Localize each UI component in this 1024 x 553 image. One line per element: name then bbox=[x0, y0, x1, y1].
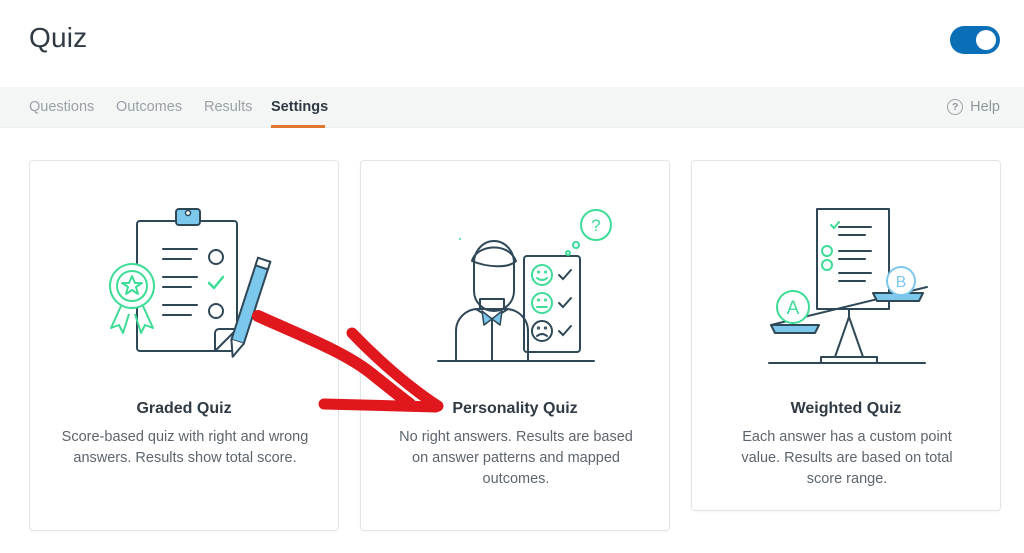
page-title: Quiz bbox=[29, 22, 88, 53]
toggle-knob bbox=[976, 30, 996, 50]
personality-quiz-card[interactable]: ? Personality Quiz No right answers. Res… bbox=[360, 160, 670, 531]
graded-quiz-card[interactable]: Graded Quiz Score-based quiz with right … bbox=[29, 160, 339, 531]
tab-questions[interactable]: Questions bbox=[29, 99, 94, 115]
weighted-quiz-description: Each answer has a custom point value. Re… bbox=[741, 429, 953, 487]
tab-outcomes[interactable]: Outcomes bbox=[116, 99, 182, 115]
help-circle-icon: ? bbox=[947, 99, 964, 115]
help-label: Help bbox=[970, 99, 1000, 115]
scale-right-letter: B bbox=[896, 274, 907, 291]
graded-quiz-title: Graded Quiz bbox=[136, 400, 232, 417]
question-mark-glyph: ? bbox=[591, 216, 600, 235]
active-tab-indicator bbox=[271, 125, 325, 128]
personality-quiz-title: Personality Quiz bbox=[452, 400, 578, 417]
help-link[interactable]: ? Help bbox=[947, 99, 1000, 115]
clipboard-checklist-icon bbox=[109, 208, 272, 358]
quiz-enable-toggle[interactable] bbox=[950, 26, 1000, 54]
weighted-quiz-card[interactable]: A B Weighted Quiz Each answer has a cust… bbox=[691, 160, 1001, 511]
balance-scale-icon: A B bbox=[768, 208, 928, 364]
personality-quiz-description: No right answers. Results are based on a… bbox=[399, 429, 633, 487]
person-mood-checklist-icon: ? bbox=[437, 209, 612, 362]
tab-bar: Questions Outcomes Results Settings ? He… bbox=[0, 87, 1024, 128]
scale-left-letter: A bbox=[787, 298, 800, 319]
tab-settings[interactable]: Settings bbox=[271, 99, 328, 115]
tab-results[interactable]: Results bbox=[204, 99, 252, 115]
weighted-quiz-title: Weighted Quiz bbox=[790, 400, 902, 417]
graded-quiz-description: Score-based quiz with right and wrong an… bbox=[61, 429, 309, 466]
